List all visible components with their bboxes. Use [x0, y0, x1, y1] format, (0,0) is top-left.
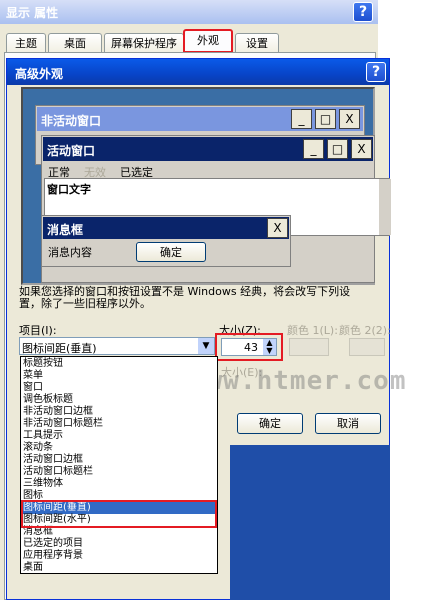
message-text: 消息内容: [48, 246, 92, 259]
minimize-icon: _: [303, 139, 324, 159]
tab-desktop[interactable]: 桌面: [48, 33, 102, 53]
message-box-title: 消息框: [47, 223, 84, 237]
maximize-icon: □: [327, 139, 348, 159]
list-item[interactable]: 窗口: [22, 382, 217, 394]
preview-scrollbar[interactable]: [379, 179, 391, 235]
outer-help-button[interactable]: ?: [353, 2, 373, 22]
list-item[interactable]: 滚动条: [22, 442, 217, 454]
chevron-down-icon[interactable]: ▼: [198, 338, 214, 354]
list-item[interactable]: 非活动窗口标题栏: [22, 418, 217, 430]
size-stepper[interactable]: 43 ▲ ▼: [221, 338, 277, 356]
inactive-window-title: 非活动窗口: [41, 114, 102, 128]
tab-screensaver[interactable]: 屏幕保护程序: [104, 33, 184, 53]
list-item[interactable]: 三维物体: [22, 478, 217, 490]
preview-message-box: 消息框 X 消息内容 确定: [41, 215, 291, 267]
window-text: 窗口文字: [47, 183, 91, 196]
item-select-value: 图标间距(垂直): [22, 342, 97, 355]
color1-label: 颜色 1(L):: [287, 324, 338, 337]
item-select[interactable]: 图标间距(垂直) ▼: [19, 337, 215, 355]
list-item[interactable]: 标题按钮: [22, 358, 217, 370]
desktop-background: [230, 445, 390, 600]
list-item[interactable]: 已选定的项目: [22, 538, 217, 550]
preview-area: 非活动窗口 _ □ X 活动窗口 _ □ X 正常 无效 已选定 窗口文字 消息…: [21, 87, 391, 285]
close-icon: X: [351, 139, 372, 159]
dialog-help-button[interactable]: ?: [366, 62, 386, 82]
maximize-icon: □: [315, 109, 336, 129]
active-window-title: 活动窗口: [47, 144, 96, 158]
spacing-highlight: [21, 500, 217, 528]
outer-window-title: 显示 属性: [6, 6, 59, 20]
info-text-line2: 置，除了一些旧程序以外。: [19, 297, 151, 310]
list-item[interactable]: 桌面: [22, 562, 217, 574]
color2-label: 颜色 2(2):: [339, 324, 391, 337]
list-item[interactable]: 活动窗口标题栏: [22, 466, 217, 478]
inactive-title-bar: 非活动窗口 _ □ X: [37, 107, 363, 131]
close-icon: X: [267, 218, 288, 238]
cancel-button[interactable]: 取消: [315, 413, 381, 434]
watermark: www.htmer.com: [190, 366, 407, 396]
list-item[interactable]: 活动窗口边框: [22, 454, 217, 466]
list-item[interactable]: 工具提示: [22, 430, 217, 442]
outer-title-bar: 显示 属性 ?: [0, 0, 378, 24]
tab-appearance[interactable]: 外观: [183, 29, 233, 53]
spin-arrows-icon[interactable]: ▲ ▼: [263, 339, 276, 355]
dialog-title: 高级外观: [15, 67, 64, 81]
item-label: 项目(I):: [19, 324, 57, 337]
preview-ok-button[interactable]: 确定: [136, 242, 206, 262]
tab-themes[interactable]: 主题: [6, 33, 46, 53]
list-item[interactable]: 菜单: [22, 370, 217, 382]
list-item[interactable]: 非活动窗口边框: [22, 406, 217, 418]
active-title-bar: 活动窗口 _ □ X: [43, 137, 373, 161]
ok-button[interactable]: 确定: [237, 413, 303, 434]
minimize-icon: _: [291, 109, 312, 129]
size-value: 43: [244, 341, 258, 354]
dialog-title-bar: 高级外观 ?: [7, 59, 389, 85]
item-dropdown-list[interactable]: 标题按钮 菜单 窗口 调色板标题 非活动窗口边框 非活动窗口标题栏 工具提示 滚…: [20, 356, 218, 574]
tab-settings[interactable]: 设置: [235, 33, 279, 53]
list-item[interactable]: 调色板标题: [22, 394, 217, 406]
color1-picker[interactable]: [289, 338, 329, 356]
message-box-title-bar: 消息框 X: [43, 217, 289, 239]
close-icon: X: [339, 109, 360, 129]
list-item[interactable]: 应用程序背景: [22, 550, 217, 562]
color2-picker[interactable]: [349, 338, 385, 356]
